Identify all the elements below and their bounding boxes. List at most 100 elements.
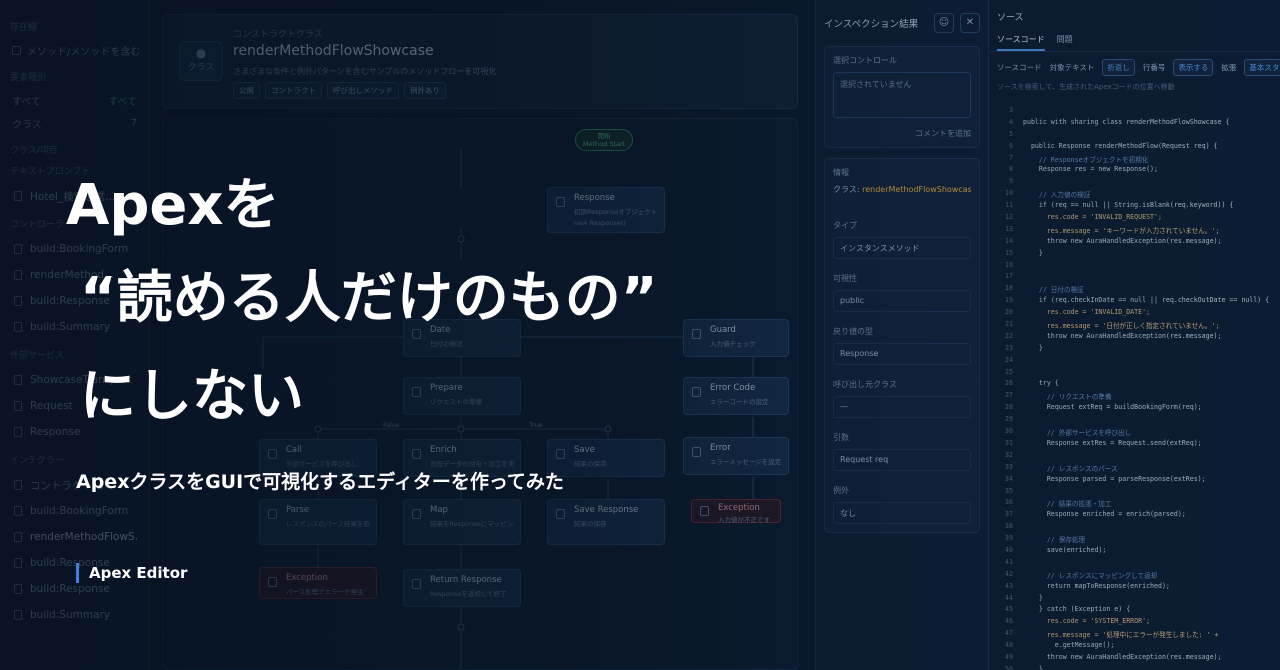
flow-node-prepare[interactable]: Prepare リクエストの準備 <box>403 377 521 415</box>
checkbox-icon[interactable] <box>12 46 21 55</box>
code-line[interactable]: 23 } <box>997 344 1273 356</box>
code-line[interactable]: 13 res.message = 'キーワードが入力されていません。'; <box>997 225 1273 237</box>
code-line[interactable]: 14 throw new AuraHandledException(res.me… <box>997 237 1273 249</box>
code-line[interactable]: 40 save(enriched); <box>997 546 1273 558</box>
flow-node-map[interactable]: Map 結果をResponseにマッピング <box>403 499 521 545</box>
code-line[interactable]: 43 return mapToResponse(enriched); <box>997 582 1273 594</box>
kind-filter-class[interactable]: クラス 7 <box>10 112 139 135</box>
return-type-value[interactable]: Response <box>833 343 971 365</box>
start-node[interactable]: 開始 Method Start <box>575 129 633 151</box>
code-line[interactable]: 21 res.message = '日付が正しく指定されていません。'; <box>997 320 1273 332</box>
code-line[interactable]: 38 <box>997 522 1273 534</box>
code-line[interactable]: 31 Response extRes = Request.send(extReq… <box>997 439 1273 451</box>
node-icon <box>556 509 565 519</box>
kind-filter-all[interactable]: すべて すべて <box>10 89 139 112</box>
code-line[interactable]: 16 <box>997 261 1273 273</box>
code-line[interactable]: 8 Response res = new Response(); <box>997 165 1273 177</box>
caller-value[interactable]: — <box>833 396 971 418</box>
tab-problems[interactable]: 問題 <box>1057 30 1073 51</box>
code-line[interactable]: 24 <box>997 356 1273 368</box>
flow-node-return-response[interactable]: Return Response Responseを返却して終了 <box>403 569 521 607</box>
comment-textarea[interactable]: 選択されていません <box>833 72 971 118</box>
code-line[interactable]: 25 <box>997 368 1273 380</box>
code-text: if (req == null || String.isBlank(req.ke… <box>1023 201 1234 210</box>
tag[interactable]: 公開 <box>233 82 260 99</box>
line-number: 34 <box>1005 474 1013 483</box>
flow-node-parse[interactable]: Parse レスポンスのパース結果を取り出す <box>259 499 377 545</box>
exception-value[interactable]: なし <box>833 502 971 524</box>
style-select[interactable]: 基本スタイル <box>1244 58 1280 76</box>
sidebar-item[interactable]: build:Summary <box>10 602 139 628</box>
method-filter-checkbox[interactable]: メソッド/メソッドを含む <box>10 39 139 62</box>
code-line[interactable]: 49 throw new AuraHandledException(res.me… <box>997 653 1273 665</box>
code-line[interactable]: 7 // Responseオブジェクトを初期化 <box>997 154 1273 166</box>
class-card[interactable]: ● クラス コンストラクトクラス renderMethodFlowShowcas… <box>162 14 798 109</box>
code-line[interactable]: 44 } <box>997 594 1273 606</box>
code-line[interactable]: 46 res.code = 'SYSTEM_ERROR'; <box>997 617 1273 629</box>
sidebar-item-active[interactable]: renderMethodFlowS… <box>10 524 139 550</box>
code-line[interactable]: 45 } catch (Exception e) { <box>997 605 1273 617</box>
source-search-hint[interactable]: ソースを検索して、生成されたApexコードの位置へ移動 <box>989 82 1280 102</box>
line-number-select[interactable]: 表示する <box>1173 58 1214 76</box>
code-line[interactable]: 26 try { <box>997 379 1273 391</box>
arguments-value[interactable]: Request req <box>833 449 971 471</box>
code-line[interactable]: 10 // 入力値の検証 <box>997 189 1273 201</box>
code-line[interactable]: 50 } <box>997 665 1273 670</box>
flow-node-exception-right[interactable]: Exception 入力値が不正です <box>691 499 781 524</box>
code-text: res.message = 'キーワードが入力されていません。'; <box>1023 226 1220 235</box>
code-line[interactable]: 11 if (req == null || String.isBlank(req… <box>997 201 1273 213</box>
code-line[interactable]: 22 throw new AuraHandledException(res.me… <box>997 332 1273 344</box>
code-line[interactable]: 34 Response parsed = parseResponse(extRe… <box>997 475 1273 487</box>
source-toolbar: ソースコード 対象テキスト 折返し 行番号 表示する 拡張 基本スタイル <box>989 52 1280 82</box>
close-icon[interactable]: ✕ <box>960 13 980 33</box>
line-number: 11 <box>1005 201 1013 210</box>
code-line[interactable]: 4 public with sharing class renderMethodF… <box>997 118 1273 130</box>
sidebar-item[interactable]: build:BookingForm <box>10 498 139 524</box>
person-icon[interactable]: ☺ <box>934 13 954 33</box>
code-line[interactable]: 36 // 結果の拡張・加工 <box>997 498 1273 510</box>
visibility-select[interactable]: public <box>833 290 971 312</box>
tab-source-code[interactable]: ソースコード <box>997 30 1045 51</box>
tag[interactable]: コントラクト <box>265 82 322 99</box>
code-line[interactable]: 20 res.code = 'INVALID_DATE'; <box>997 308 1273 320</box>
add-comment-link[interactable]: コメントを追加 <box>833 128 971 139</box>
tag[interactable]: 呼び出しメソッド <box>327 82 399 99</box>
flow-node-save[interactable]: Save 結果の保存 <box>547 439 665 477</box>
code-line[interactable]: 48 e.getMessage(); <box>997 641 1273 653</box>
code-line[interactable]: 35 <box>997 487 1273 499</box>
code-line[interactable]: 33 // レスポンスのパース <box>997 463 1273 475</box>
code-line[interactable]: 37 Response enriched = enrich(parsed); <box>997 510 1273 522</box>
file-icon <box>14 506 22 516</box>
code-view[interactable]: 3 4 public with sharing class renderMethod… <box>997 106 1273 670</box>
flow-node-error-code[interactable]: Error Code エラーコードの設定 <box>683 377 789 415</box>
code-line[interactable]: 6 public Response renderMethodFlow(Reque… <box>997 142 1273 154</box>
code-line[interactable]: 19 if (req.checkInDate == null || req.ch… <box>997 296 1273 308</box>
code-line[interactable]: 47 res.message = '処理中にエラーが発生しました: ' + <box>997 629 1273 641</box>
code-line[interactable]: 17 <box>997 272 1273 284</box>
tag[interactable]: 例外あり <box>404 82 446 99</box>
flow-node-exception-left[interactable]: Exception パース処理でエラーが発生 <box>259 567 377 599</box>
code-line[interactable]: 42 // レスポンスにマッピングして返却 <box>997 570 1273 582</box>
code-line[interactable]: 15 } <box>997 249 1273 261</box>
wrap-toggle[interactable]: 折返し <box>1102 58 1135 76</box>
code-line[interactable]: 29 <box>997 415 1273 427</box>
code-line[interactable]: 5 <box>997 130 1273 142</box>
line-number: 33 <box>1005 462 1013 471</box>
code-line[interactable]: 12 res.code = 'INVALID_REQUEST'; <box>997 213 1273 225</box>
flow-node-response[interactable]: Response 初期Responseオブジェクトを構築 new Respons… <box>547 187 665 233</box>
code-line[interactable]: 41 <box>997 558 1273 570</box>
code-line[interactable]: 3 <box>997 106 1273 118</box>
flow-node-error[interactable]: Error エラーメッセージを設定 <box>683 437 789 475</box>
code-line[interactable]: 30 // 外部サービスを呼び出し <box>997 427 1273 439</box>
code-line[interactable]: 9 <box>997 177 1273 189</box>
code-line[interactable]: 39 // 保存処理 <box>997 534 1273 546</box>
code-line[interactable]: 18 // 日付の検証 <box>997 284 1273 296</box>
code-line[interactable]: 28 Request extReq = buildBookingForm(req… <box>997 403 1273 415</box>
line-number: 22 <box>1005 331 1013 340</box>
headline-subtitle: ApexクラスをGUIで可視化するエディターを作ってみた <box>76 471 564 493</box>
code-line[interactable]: 27 // リクエストの準備 <box>997 391 1273 403</box>
code-line[interactable]: 32 <box>997 451 1273 463</box>
flow-node-guard[interactable]: Guard 入力値チェック <box>683 319 789 357</box>
node-title: Prepare <box>430 383 463 393</box>
flow-node-save-response[interactable]: Save Response 結果の保存 <box>547 499 665 545</box>
